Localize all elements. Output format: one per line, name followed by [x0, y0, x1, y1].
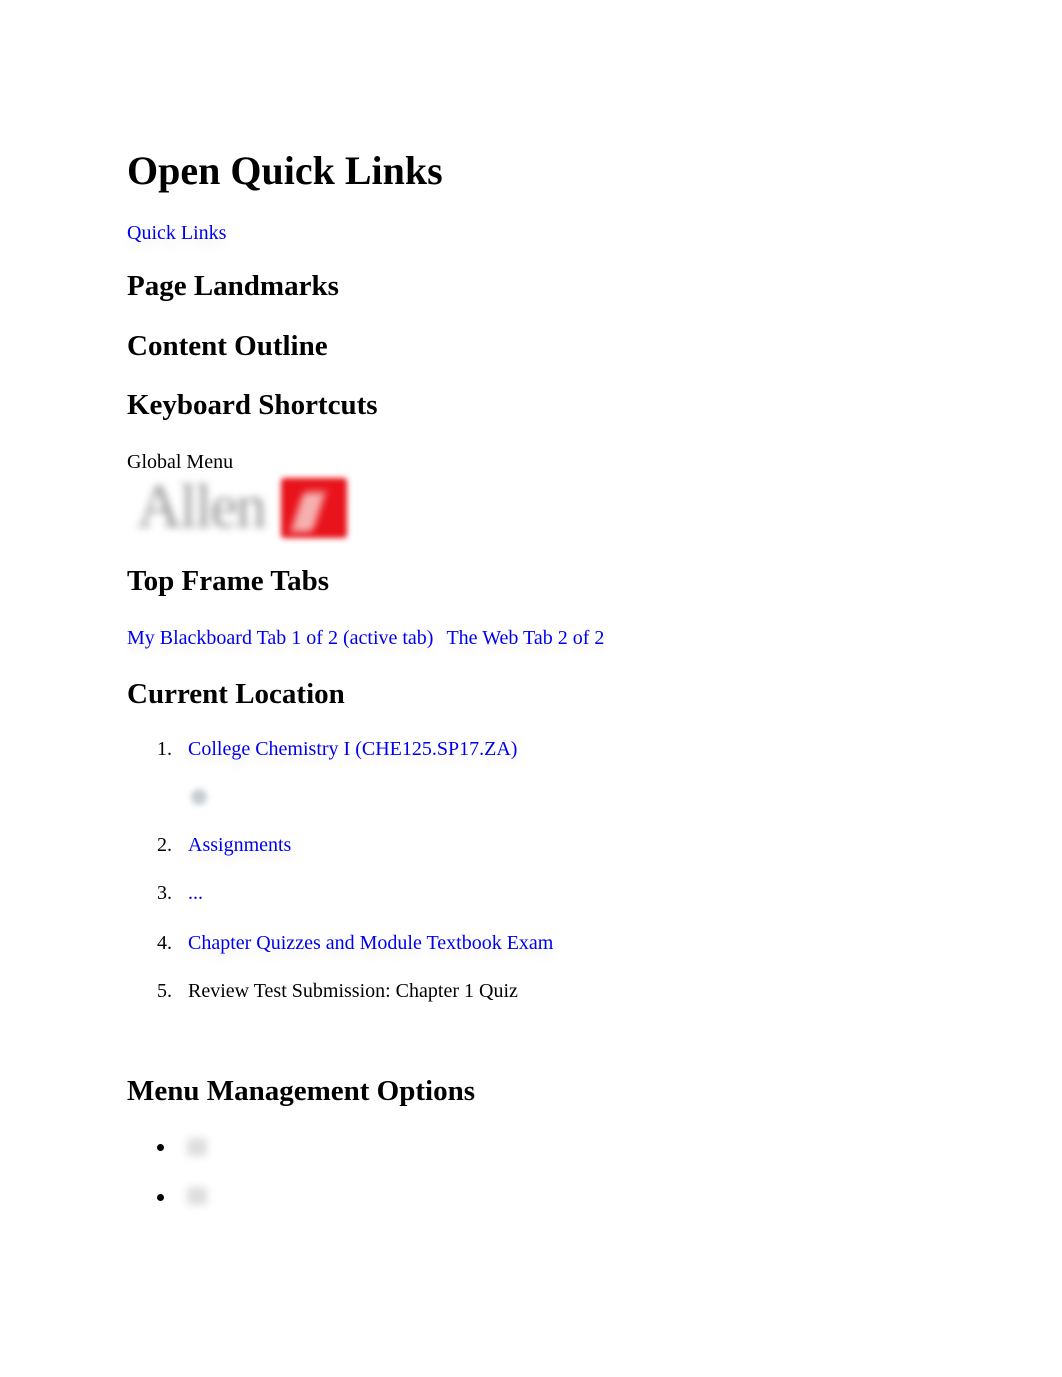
breadcrumb-link-assignments[interactable]: Assignments: [188, 833, 291, 857]
bullet-icon: [157, 1194, 164, 1201]
top-frame-tabs-heading: Top Frame Tabs: [127, 565, 329, 597]
breadcrumb-number: 5.: [157, 980, 172, 1002]
page-landmarks-heading: Page Landmarks: [127, 270, 339, 302]
institution-logo-icon[interactable]: Allen: [129, 472, 349, 542]
breadcrumb-number: 3.: [157, 882, 172, 904]
top-frame-tabs: My Blackboard Tab 1 of 2 (active tab) Th…: [127, 626, 604, 650]
tab-the-web[interactable]: The Web Tab 2 of 2: [446, 627, 604, 649]
breadcrumb-number: 4.: [157, 932, 172, 954]
bullet-icon: [157, 1144, 164, 1151]
global-menu-label: Global Menu: [127, 451, 234, 473]
menu-management-options-heading: Menu Management Options: [127, 1075, 475, 1107]
breadcrumb-number: 2.: [157, 834, 172, 856]
logo-wordmark: Allen: [137, 473, 267, 541]
tab-my-blackboard[interactable]: My Blackboard Tab 1 of 2 (active tab): [127, 627, 433, 649]
current-location-heading: Current Location: [127, 678, 345, 710]
keyboard-shortcuts-heading: Keyboard Shortcuts: [127, 389, 378, 421]
content-outline-heading: Content Outline: [127, 330, 328, 362]
open-quick-links-heading: Open Quick Links: [127, 148, 443, 193]
breadcrumb-link-chapter-quizzes[interactable]: Chapter Quizzes and Module Textbook Exam: [188, 931, 553, 955]
breadcrumb-link-course[interactable]: College Chemistry I (CHE125.SP17.ZA): [188, 737, 517, 761]
course-menu-icon[interactable]: [191, 789, 207, 805]
menu-option-icon[interactable]: [187, 1187, 207, 1205]
menu-option-icon[interactable]: [187, 1138, 207, 1156]
breadcrumb-number: 1.: [157, 738, 172, 760]
quick-links-link[interactable]: Quick Links: [127, 221, 226, 245]
breadcrumb-current-page: Review Test Submission: Chapter 1 Quiz: [188, 980, 518, 1002]
breadcrumb-link-ellipsis[interactable]: ...: [188, 881, 203, 905]
